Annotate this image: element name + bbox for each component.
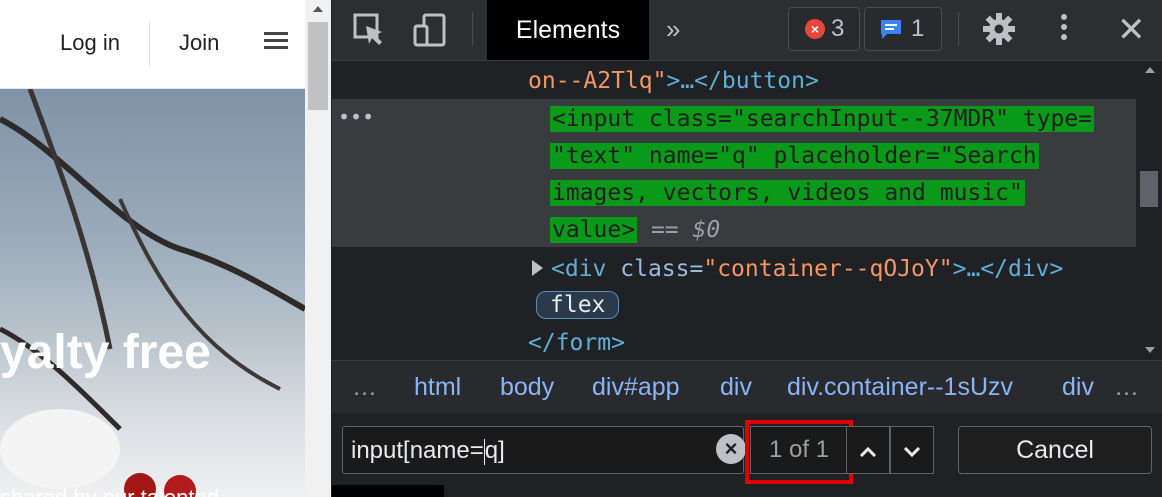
toolbar-divider (958, 12, 959, 46)
tab-elements[interactable]: Elements (487, 0, 649, 60)
selected-line-3: images, vectors, videos and music" (550, 180, 1025, 206)
hero-title: yalty free (0, 326, 211, 379)
selected-line-4: value> == $0 (550, 217, 721, 243)
error-icon: × (805, 19, 825, 39)
find-bar: input[name=q] × 1 of 1 Cancel (332, 413, 1162, 485)
selected-line-2: "text" name="q" placeholder="Search (550, 143, 1039, 169)
dom-line-button-close[interactable]: on--A2Tlq">…</button> (528, 63, 819, 100)
chevron-down-icon (903, 446, 921, 458)
login-link[interactable]: Log in (60, 30, 120, 56)
dom-line-flex: flex (536, 287, 620, 324)
messages-badge[interactable]: 1 (864, 7, 942, 51)
find-input[interactable]: input[name=q] (342, 426, 744, 474)
selected-line-1: <input class="searchInput--37MDR" type= (550, 106, 1095, 132)
hero-subtitle: shared by our talented (0, 485, 219, 497)
web-page: Log in Join yalty free shared by our tal… (0, 0, 305, 497)
page-header: Log in Join (0, 0, 305, 89)
messages-count: 1 (911, 15, 925, 42)
breadcrumb-div-truncated[interactable]: div (1062, 373, 1098, 402)
message-icon (881, 20, 901, 39)
scroll-up-arrow-icon[interactable] (313, 6, 323, 12)
join-link[interactable]: Join (179, 30, 219, 56)
previous-match-button[interactable] (846, 426, 890, 474)
devtools-panel: Elements » × 3 1 ✕ on--A2Tlq">…</button>… (332, 0, 1162, 497)
close-devtools-icon[interactable]: ✕ (1117, 10, 1146, 50)
errors-count: 3 (831, 15, 845, 42)
dom-tree: on--A2Tlq">…</button> ••• <input class="… (332, 61, 1136, 359)
toolbar-divider (472, 12, 473, 46)
errors-badge[interactable]: × 3 (788, 7, 860, 51)
page-scrollbar[interactable] (305, 0, 331, 497)
more-options-icon[interactable] (1061, 14, 1067, 44)
drawer-strip (332, 485, 1162, 497)
node-actions-ellipsis-icon[interactable]: ••• (338, 105, 374, 129)
breadcrumb-scroll-right-icon[interactable]: … (1114, 373, 1139, 402)
settings-gear-icon[interactable] (982, 12, 1016, 46)
next-match-button[interactable] (890, 426, 934, 474)
branches-illustration (0, 89, 305, 497)
cancel-button[interactable]: Cancel (958, 426, 1152, 474)
scroll-down-arrow-icon[interactable] (1145, 347, 1155, 353)
dom-line-div-container[interactable]: <div class="container--qOJoY">…</div> (532, 251, 1063, 288)
dom-tree-scrollbar[interactable] (1136, 61, 1162, 359)
dom-line-form-close[interactable]: </form> (528, 325, 625, 359)
nav-divider (149, 22, 150, 66)
find-query-suffix: q] (484, 437, 505, 464)
breadcrumb: … html body div#app div div.container--1… (332, 360, 1162, 414)
breadcrumb-div-container[interactable]: div.container--1sUzv (787, 373, 1013, 402)
breadcrumb-div[interactable]: div (720, 373, 752, 402)
clear-search-icon[interactable]: × (716, 434, 746, 464)
breadcrumb-scroll-left-icon[interactable]: … (352, 373, 377, 402)
more-tabs-icon[interactable]: » (666, 14, 680, 45)
device-toolbar-icon[interactable] (412, 12, 448, 48)
hamburger-menu-icon[interactable] (264, 32, 288, 50)
devtools-toolbar: Elements » × 3 1 ✕ (332, 0, 1162, 61)
scroll-up-arrow-icon[interactable] (1145, 67, 1155, 73)
breadcrumb-html[interactable]: html (414, 373, 461, 402)
inspect-element-icon[interactable] (352, 12, 388, 48)
scrollbar-thumb[interactable] (308, 22, 328, 110)
hero-image: yalty free shared by our talented (0, 89, 305, 497)
highlight-annotation-box (745, 420, 853, 484)
flex-badge[interactable]: flex (536, 291, 620, 319)
find-query-prefix: input[name= (351, 437, 484, 464)
expand-triangle-icon[interactable] (532, 260, 543, 276)
breadcrumb-div-app[interactable]: div#app (592, 373, 680, 402)
chevron-up-icon (859, 446, 877, 458)
scrollbar-thumb[interactable] (1140, 171, 1158, 207)
breadcrumb-body[interactable]: body (500, 373, 554, 402)
